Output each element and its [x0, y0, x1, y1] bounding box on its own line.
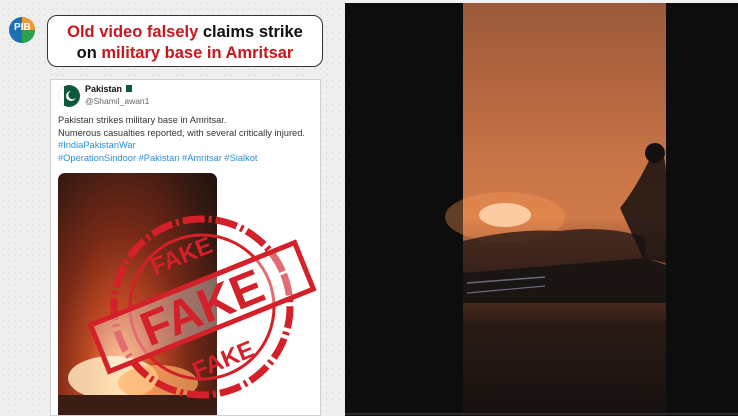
- tweet-line: Pakistan strikes military base in Amrits…: [58, 115, 227, 125]
- stamp-bottom-text: FAKE: [189, 336, 258, 385]
- night-fire-scene: [445, 143, 667, 303]
- video-screenshot[interactable]: [345, 3, 738, 416]
- video-progress-bar[interactable]: [345, 413, 738, 415]
- pib-logo-text: PIB: [14, 22, 31, 33]
- pakistan-flag-icon: [123, 85, 132, 92]
- avatar[interactable]: [58, 85, 80, 107]
- headline-black-1: claims strike: [198, 23, 303, 41]
- tweet-user-handle[interactable]: @Shamil_awan1: [85, 96, 149, 106]
- tweet-line: Numerous casualties reported, with sever…: [58, 127, 305, 138]
- headline-box: Old video falsely claims strike on milit…: [47, 15, 323, 67]
- headline-red-1: Old video falsely: [67, 23, 199, 41]
- headline-red-2: military base in Amritsar: [101, 44, 294, 62]
- tweet-user-name[interactable]: Pakistan: [85, 84, 122, 94]
- hashtag-line[interactable]: #OperationSindoor #Pakistan #Amritsar #S…: [58, 152, 320, 165]
- headline-black-2: on: [76, 44, 102, 62]
- flag-avatar-icon: [58, 85, 77, 107]
- tweet-body: Pakistan strikes military base in Amrits…: [58, 114, 320, 164]
- fact-check-panel: PIB Old video falsely claims strike on m…: [0, 0, 345, 416]
- fake-stamp-icon: FAKE FAKE FAKE: [87, 215, 317, 399]
- hashtag-line[interactable]: #IndiaPakistanWar: [58, 139, 320, 152]
